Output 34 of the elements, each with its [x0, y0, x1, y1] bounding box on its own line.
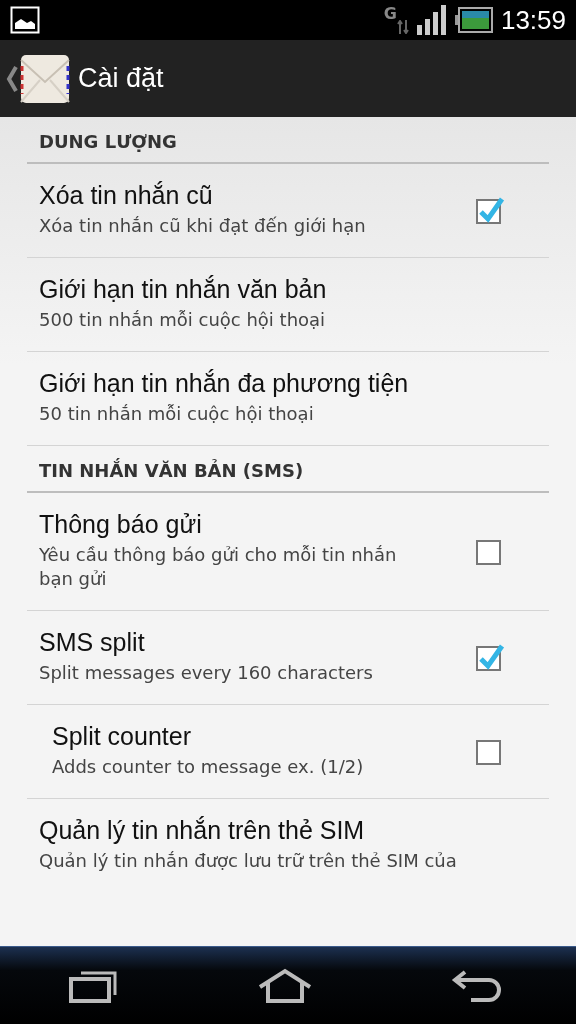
clock: 13:59: [500, 4, 566, 36]
section-header: DUNG LƯỢNG: [27, 117, 549, 164]
screen-title: Cài đặt: [78, 63, 164, 94]
home-button[interactable]: [257, 968, 313, 1004]
item-summary: 50 tin nhắn mỗi cuộc hội thoại: [39, 402, 315, 426]
section-header: TIN NHẮN VĂN BẢN (SMS): [27, 446, 549, 493]
battery-icon: [454, 7, 493, 33]
item-title: Giới hạn tin nhắn văn bản: [39, 275, 328, 304]
settings-item[interactable]: Xóa tin nhắn cũ Xóa tin nhắn cũ khi đạt đến giới hạn: [27, 164, 549, 258]
item-title: Xóa tin nhắn cũ: [39, 181, 214, 210]
item-summary: Quản lý tin nhắn được lưu trữ trên thẻ SIM của: [39, 849, 458, 873]
caret-icon: [6, 63, 18, 94]
item-title: Quản lý tin nhắn trên thẻ SIM: [39, 816, 366, 845]
item-summary: Adds counter to message ex. (1/2): [52, 755, 365, 779]
settings-item[interactable]: SMS split Split messages every 160 characters: [27, 611, 549, 705]
settings-item[interactable]: Giới hạn tin nhắn văn bản 500 tin nhắn mỗi cuộc hội thoại: [27, 258, 549, 352]
signal-icon: [416, 5, 447, 35]
settings-item[interactable]: Quản lý tin nhắn trên thẻ SIM Quản lý tin nhắn được lưu trữ trên thẻ SIM của: [27, 799, 549, 892]
item-summary: Xóa tin nhắn cũ khi đạt đến giới hạn: [39, 214, 367, 238]
item-summary: Yêu cầu thông báo gửi cho mỗi tin nhắn bạn gửi: [39, 543, 398, 591]
item-title: SMS split: [39, 628, 146, 657]
item-title: Split counter: [52, 722, 192, 751]
item-summary: 500 tin nhắn mỗi cuộc hội thoại: [39, 308, 327, 332]
settings-item[interactable]: Split counter Adds counter to message ex. (1/2): [27, 705, 549, 799]
recent-apps-button[interactable]: [69, 969, 119, 1003]
picture-notification-icon: [10, 6, 40, 34]
envelope-icon: [20, 53, 70, 104]
item-title: Thông báo gửi: [39, 510, 203, 539]
settings-item[interactable]: Giới hạn tin nhắn đa phương tiện 50 tin nhắn mỗi cuộc hội thoại: [27, 352, 549, 446]
network-type: G: [383, 4, 397, 23]
item-summary: Split messages every 160 characters: [39, 661, 374, 685]
data-activity-icon: [396, 20, 409, 34]
settings-item[interactable]: Thông báo gửi Yêu cầu thông báo gửi cho mỗi tin nhắn bạn gửi: [27, 493, 549, 611]
item-title: Giới hạn tin nhắn đa phương tiện: [39, 369, 410, 398]
